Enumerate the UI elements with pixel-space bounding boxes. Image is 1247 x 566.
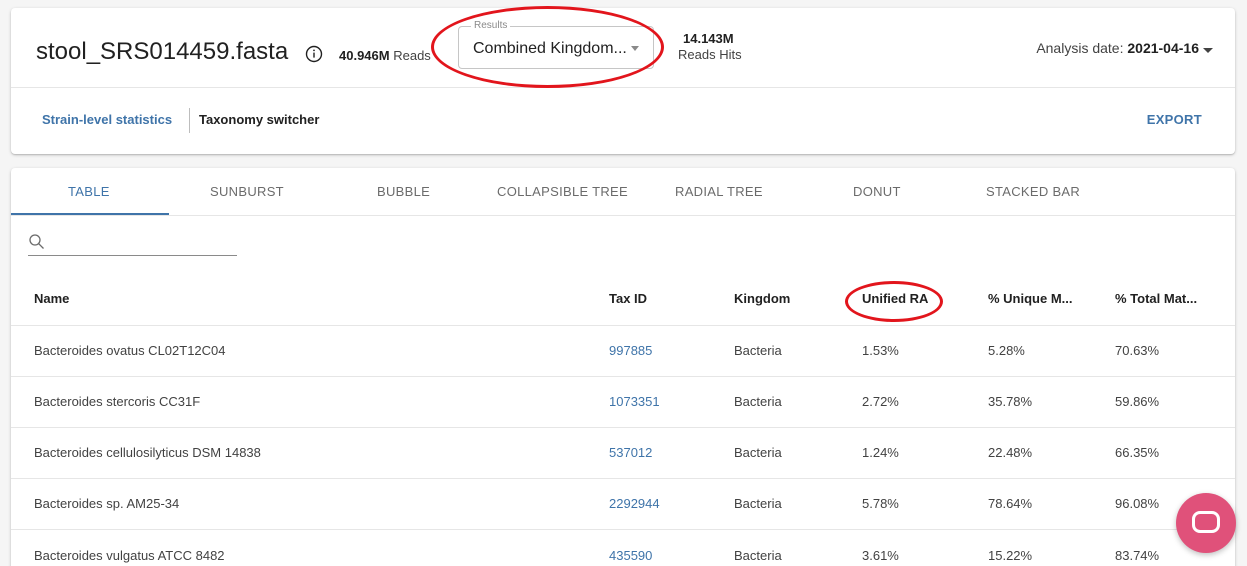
tab-radial-tree[interactable]: RADIAL TREE <box>675 184 763 199</box>
view-tabs: TABLE SUNBURST BUBBLE COLLAPSIBLE TREE R… <box>11 168 1235 216</box>
cell-kingdom: Bacteria <box>734 496 782 511</box>
cell-unique-matches: 22.48% <box>988 445 1033 460</box>
summary-row: stool_SRS014459.fasta 40.946M Reads Resu… <box>11 8 1235 88</box>
cell-unique-matches: 35.78% <box>988 394 1033 409</box>
caret-down-icon <box>631 46 639 51</box>
tab-stacked-bar[interactable]: STACKED BAR <box>986 184 1080 199</box>
cell-kingdom: Bacteria <box>734 548 782 563</box>
cell-unique-matches: 78.64% <box>988 496 1033 511</box>
cell-name: Bacteroides ovatus CL02T12C04 <box>34 343 226 358</box>
taxonomy-switcher[interactable]: Taxonomy switcher <box>199 112 319 127</box>
cell-total-matches: 96.08% <box>1115 496 1160 511</box>
analysis-date-selector[interactable]: Analysis date: 2021-04-16 <box>1036 40 1199 56</box>
active-tab-indicator <box>11 213 169 215</box>
chat-bubble-icon <box>1192 511 1220 533</box>
reads-hits-label: Reads Hits <box>678 47 742 62</box>
row-divider <box>11 529 1235 530</box>
cell-kingdom: Bacteria <box>734 343 782 358</box>
cell-name: Bacteroides cellulosilyticus DSM 14838 <box>34 445 261 460</box>
results-select-value: Combined Kingdom... <box>473 40 627 57</box>
cell-total-matches: 66.35% <box>1115 445 1160 460</box>
info-icon[interactable] <box>305 45 323 63</box>
cell-kingdom: Bacteria <box>734 445 782 460</box>
reads-count-value: 40.946M <box>339 48 390 63</box>
cell-unified-ra: 2.72% <box>862 394 899 409</box>
column-header-name[interactable]: Name <box>34 291 69 306</box>
cell-unique-matches: 15.22% <box>988 548 1033 563</box>
reads-count: 40.946M Reads <box>339 48 431 63</box>
results-select-label: Results <box>471 20 511 31</box>
analysis-date-value: 2021-04-16 <box>1127 40 1199 56</box>
tab-sunburst[interactable]: SUNBURST <box>210 184 284 199</box>
cell-total-matches: 83.74% <box>1115 548 1160 563</box>
cell-unified-ra: 5.78% <box>862 496 899 511</box>
cell-tax-id-link[interactable]: 997885 <box>609 343 652 358</box>
column-header-unified-ra[interactable]: Unified RA <box>862 291 928 306</box>
reads-count-unit: Reads <box>393 48 431 63</box>
file-title: stool_SRS014459.fasta <box>36 38 289 65</box>
row-divider <box>11 376 1235 377</box>
analysis-date-label: Analysis date: <box>1036 40 1124 56</box>
tab-collapsible-tree[interactable]: COLLAPSIBLE TREE <box>497 184 628 199</box>
cell-name: Bacteroides sp. AM25-34 <box>34 496 180 511</box>
column-header-tax-id[interactable]: Tax ID <box>609 291 647 306</box>
reads-hits-value: 14.143M <box>683 31 734 46</box>
reads-hits: 14.143M Reads Hits <box>678 31 742 62</box>
summary-card: stool_SRS014459.fasta 40.946M Reads Resu… <box>11 8 1235 154</box>
cell-unified-ra: 3.61% <box>862 548 899 563</box>
cell-name: Bacteroides stercoris CC31F <box>34 394 201 409</box>
row-divider <box>11 325 1235 326</box>
cell-unified-ra: 1.24% <box>862 445 899 460</box>
row-divider <box>11 427 1235 428</box>
cell-tax-id-link[interactable]: 537012 <box>609 445 652 460</box>
search-input[interactable] <box>54 232 234 254</box>
caret-down-icon[interactable] <box>1203 48 1213 53</box>
chat-button[interactable] <box>1176 493 1236 553</box>
sub-navigation: Strain-level statistics Taxonomy switche… <box>11 88 1235 152</box>
export-button[interactable]: EXPORT <box>1147 112 1202 127</box>
table-search <box>28 232 237 256</box>
cell-total-matches: 70.63% <box>1115 343 1160 358</box>
cell-name: Bacteroides vulgatus ATCC 8482 <box>34 548 225 563</box>
divider <box>189 108 190 133</box>
tab-table[interactable]: TABLE <box>68 184 110 199</box>
cell-tax-id-link[interactable]: 1073351 <box>609 394 660 409</box>
row-divider <box>11 478 1235 479</box>
search-icon <box>29 234 44 249</box>
results-select[interactable]: Results Combined Kingdom... <box>458 20 654 69</box>
cell-kingdom: Bacteria <box>734 394 782 409</box>
results-card: TABLE SUNBURST BUBBLE COLLAPSIBLE TREE R… <box>11 168 1235 566</box>
cell-unique-matches: 5.28% <box>988 343 1025 358</box>
column-header-unique-matches[interactable]: % Unique M... <box>988 291 1073 306</box>
cell-total-matches: 59.86% <box>1115 394 1160 409</box>
cell-tax-id-link[interactable]: 435590 <box>609 548 652 563</box>
cell-unified-ra: 1.53% <box>862 343 899 358</box>
tab-bubble[interactable]: BUBBLE <box>377 184 430 199</box>
column-header-total-matches[interactable]: % Total Mat... <box>1115 291 1197 306</box>
column-header-kingdom[interactable]: Kingdom <box>734 291 790 306</box>
strain-level-statistics-link[interactable]: Strain-level statistics <box>42 112 172 127</box>
tab-donut[interactable]: DONUT <box>853 184 901 199</box>
cell-tax-id-link[interactable]: 2292944 <box>609 496 660 511</box>
